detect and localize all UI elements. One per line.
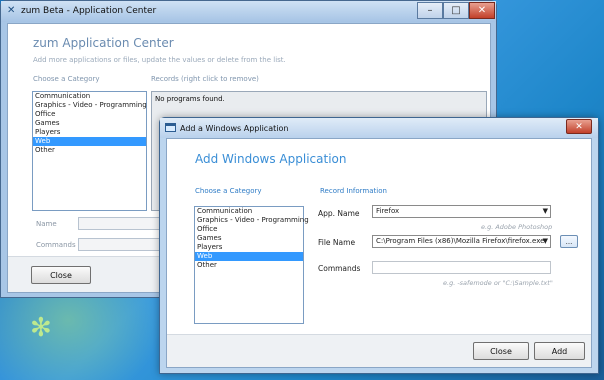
page-title: zum Application Center — [33, 36, 174, 50]
list-item[interactable]: Office — [33, 110, 146, 119]
app-name-hint: e.g. Adobe Photoshop — [481, 223, 553, 231]
commands-input[interactable] — [372, 261, 551, 274]
list-item[interactable]: Other — [33, 146, 146, 155]
record-section-label: Record Information — [320, 187, 387, 195]
close-icon[interactable]: ✕ — [469, 2, 495, 19]
category-label: Choose a Category — [33, 75, 100, 83]
list-item-selected[interactable]: Web — [33, 137, 146, 146]
window-controls: – □ ✕ — [417, 2, 495, 19]
dialog-category-list[interactable]: Communication Graphics - Video - Program… — [194, 206, 309, 324]
records-empty-text: No programs found. — [155, 95, 225, 103]
maximize-icon[interactable]: □ — [443, 2, 469, 19]
list-item-selected[interactable]: Web — [195, 252, 303, 261]
list-item[interactable]: Communication — [33, 92, 146, 101]
dialog-title-bar[interactable]: Add a Windows Application ✕ — [160, 118, 598, 138]
add-button[interactable]: Add — [534, 342, 585, 360]
app-name-combo[interactable]: Firefox ▼ — [372, 205, 551, 218]
list-item[interactable]: Games — [33, 119, 146, 128]
commands-field[interactable] — [78, 238, 168, 251]
list-item[interactable]: Office — [195, 225, 303, 234]
name-field[interactable] — [78, 217, 168, 230]
file-name-value: C:\Program Files (x86)\Mozilla Firefox\f… — [376, 237, 545, 245]
list-item[interactable]: Other — [195, 261, 303, 270]
list-item[interactable]: Graphics - Video - Programming — [33, 101, 147, 110]
commands-label: Commands — [318, 264, 361, 273]
commands-label: Commands — [36, 241, 76, 249]
app-icon: ✕ — [7, 5, 16, 16]
dialog-title: Add a Windows Application — [180, 124, 289, 133]
page-subtitle: Add more applications or files, update t… — [33, 56, 286, 64]
add-application-dialog: Add a Windows Application ✕ Add Windows … — [159, 117, 599, 374]
dialog-client: Add Windows Application Choose a Categor… — [166, 138, 592, 368]
name-label: Name — [36, 220, 57, 228]
app-name-value: Firefox — [376, 207, 400, 215]
close-button[interactable]: Close — [31, 266, 91, 284]
window-title: zum Beta - Application Center — [21, 6, 157, 16]
app-name-label: App. Name — [318, 209, 360, 218]
file-name-combo[interactable]: C:\Program Files (x86)\Mozilla Firefox\f… — [372, 235, 551, 248]
desktop-logo-icon: ✻ — [30, 313, 52, 343]
dropdown-arrow-icon[interactable]: ▼ — [543, 206, 548, 217]
dialog-heading: Add Windows Application — [195, 152, 347, 166]
minimize-icon[interactable]: – — [417, 2, 443, 19]
list-item[interactable]: Communication — [195, 207, 303, 216]
close-button[interactable]: Close — [473, 342, 529, 360]
list-item[interactable]: Players — [33, 128, 146, 137]
file-name-label: File Name — [318, 238, 356, 247]
dialog-footer: Close Add — [167, 334, 591, 367]
dialog-icon — [165, 123, 176, 132]
category-list[interactable]: Communication Graphics - Video - Program… — [32, 91, 147, 211]
category-section-label: Choose a Category — [195, 187, 262, 195]
browse-button[interactable]: ... — [560, 235, 578, 248]
list-item[interactable]: Players — [195, 243, 303, 252]
title-bar[interactable]: ✕ zum Beta - Application Center – □ ✕ — [1, 1, 496, 22]
list-item[interactable]: Graphics - Video - Programming — [195, 216, 309, 225]
commands-hint: e.g. -safemode or "C:\Sample.txt" — [443, 279, 553, 287]
close-icon[interactable]: ✕ — [566, 119, 592, 134]
records-label: Records (right click to remove) — [151, 75, 259, 83]
list-item[interactable]: Games — [195, 234, 303, 243]
dropdown-arrow-icon[interactable]: ▼ — [543, 236, 548, 247]
